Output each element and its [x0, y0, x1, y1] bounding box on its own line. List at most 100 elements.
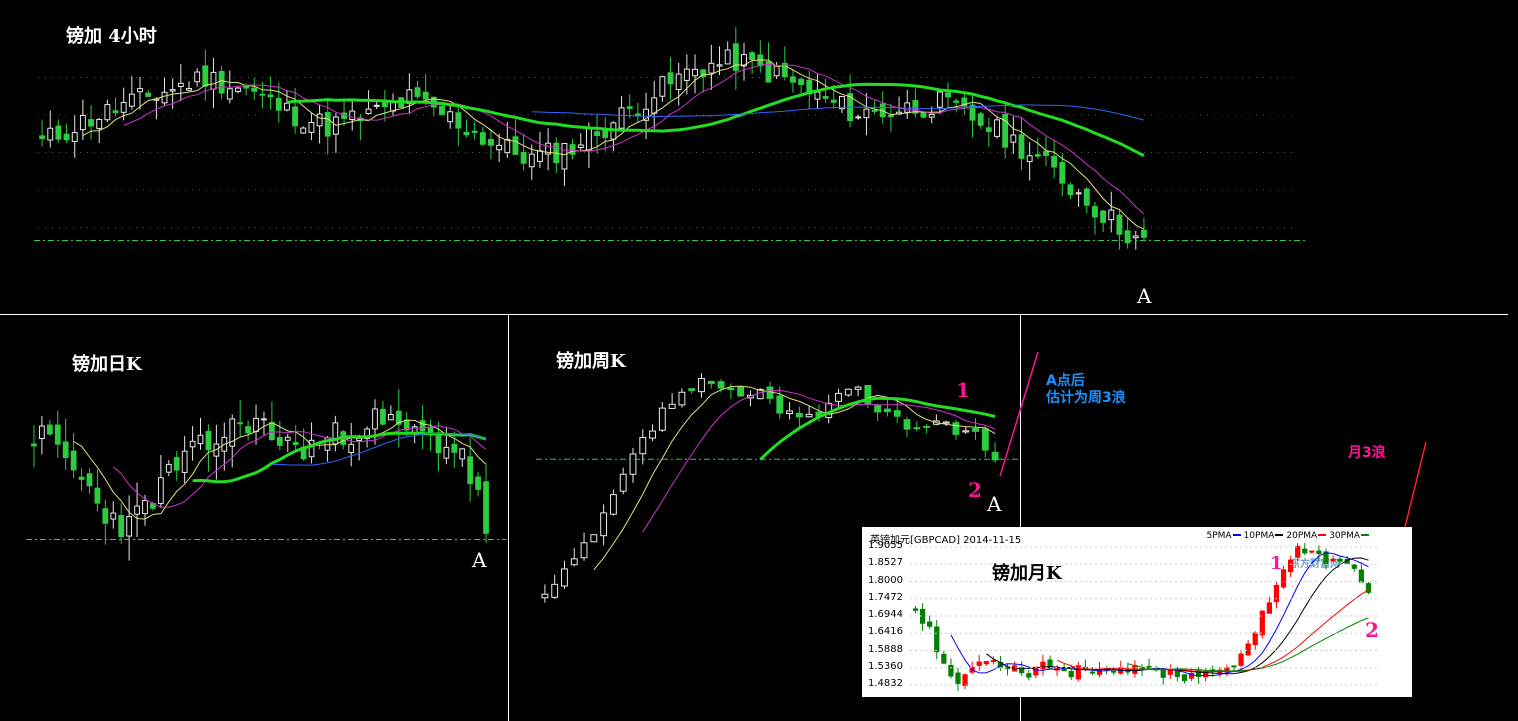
- candle-body: [798, 78, 805, 86]
- monthly-y-tick: 1.6944: [868, 609, 903, 620]
- candle-body: [1245, 643, 1251, 656]
- candle-body: [112, 110, 119, 114]
- candle-body: [766, 386, 774, 399]
- candle-body: [692, 68, 698, 77]
- candle-body: [1238, 653, 1244, 666]
- candle-body: [1181, 674, 1188, 681]
- candle-body: [724, 49, 731, 65]
- candle-body: [1316, 550, 1322, 555]
- candle-body: [786, 410, 794, 415]
- monthly-y-tick: 1.6416: [868, 626, 903, 638]
- candle-body: [365, 108, 372, 115]
- candle-body: [683, 68, 690, 81]
- candle-body: [261, 418, 267, 421]
- candle-body: [854, 386, 862, 390]
- candle-body: [668, 403, 676, 409]
- candle-body: [913, 427, 921, 430]
- candle-body: [284, 436, 291, 441]
- candle-body: [962, 430, 970, 433]
- candle-body: [629, 453, 637, 475]
- candle-body: [372, 408, 378, 430]
- candle-body: [181, 450, 188, 473]
- candle-body: [1108, 209, 1115, 221]
- candle-body: [941, 653, 947, 664]
- candle-body: [977, 113, 984, 126]
- candle-body: [594, 131, 601, 137]
- candle-body: [137, 88, 143, 93]
- candle-body: [161, 91, 168, 104]
- moving-average-20: [192, 431, 487, 484]
- candle-body: [419, 420, 426, 432]
- candle-body: [459, 448, 466, 460]
- candle-body: [952, 422, 960, 435]
- candle-body: [292, 441, 299, 445]
- candle-body: [884, 408, 891, 413]
- candle-body: [1358, 569, 1365, 583]
- candle-body: [39, 135, 46, 140]
- candle-body: [235, 87, 241, 92]
- candle-body: [55, 125, 62, 140]
- candle-body: [1018, 134, 1025, 159]
- candle-body: [488, 138, 494, 146]
- monthly-title: 镑加月K: [992, 563, 1062, 584]
- candle-body: [267, 94, 274, 98]
- candle-body: [618, 107, 625, 129]
- candle-body: [1337, 558, 1343, 562]
- candle-body: [737, 386, 745, 397]
- candle-body: [1100, 210, 1107, 223]
- candle-body: [537, 150, 543, 162]
- candle-body: [104, 104, 111, 121]
- candle-body: [447, 111, 454, 123]
- weekly-wave-1: 1: [956, 378, 970, 402]
- candle-body: [1010, 134, 1017, 143]
- candle-body: [276, 437, 283, 446]
- candle-body: [292, 106, 299, 127]
- candle-body: [1083, 188, 1090, 206]
- candle-body: [727, 387, 735, 391]
- candle-body: [1026, 673, 1032, 678]
- candle-body: [308, 121, 315, 133]
- candle-body: [609, 494, 617, 515]
- candle-body: [688, 388, 696, 391]
- candle-body: [173, 457, 180, 471]
- candle-body: [463, 131, 470, 136]
- legend-swatch: [1232, 534, 1241, 536]
- moving-average-10: [123, 63, 1145, 215]
- candle-body: [790, 76, 796, 83]
- candle-body: [1034, 154, 1041, 157]
- moving-average-20: [1056, 589, 1369, 673]
- candle-body: [561, 568, 568, 587]
- candle-body: [31, 443, 37, 447]
- candle-body: [520, 151, 527, 164]
- candle-body: [962, 674, 968, 687]
- candle-body: [439, 105, 445, 116]
- candle-body: [79, 114, 86, 131]
- candle-body: [893, 410, 901, 417]
- candle-body: [981, 428, 989, 451]
- candle-body: [732, 43, 739, 71]
- daily-marker-a: A: [472, 548, 487, 572]
- candle-body: [1252, 632, 1258, 646]
- candle-body: [994, 119, 1000, 137]
- candle-body: [94, 487, 101, 504]
- candle-body: [749, 52, 756, 61]
- candle-body: [1160, 669, 1166, 678]
- candle-body: [948, 664, 954, 677]
- candle-body: [528, 153, 535, 168]
- candle-body: [717, 381, 725, 389]
- candle-body: [716, 64, 723, 67]
- candle-body: [1309, 550, 1315, 553]
- candle-body: [512, 136, 519, 155]
- candle-body: [1266, 602, 1273, 614]
- candle-body: [475, 476, 481, 490]
- monthly-y-tick: 1.5360: [868, 660, 903, 672]
- candle-body: [619, 473, 627, 492]
- candle-body: [1231, 665, 1237, 668]
- weekly-wave-2: 2: [968, 478, 982, 502]
- candle-body: [1067, 184, 1074, 196]
- candle-body: [934, 626, 940, 653]
- candle-body: [678, 391, 686, 406]
- candle-body: [1026, 155, 1033, 163]
- weekly-title: 镑加周K: [556, 351, 626, 372]
- candle-body: [504, 138, 511, 154]
